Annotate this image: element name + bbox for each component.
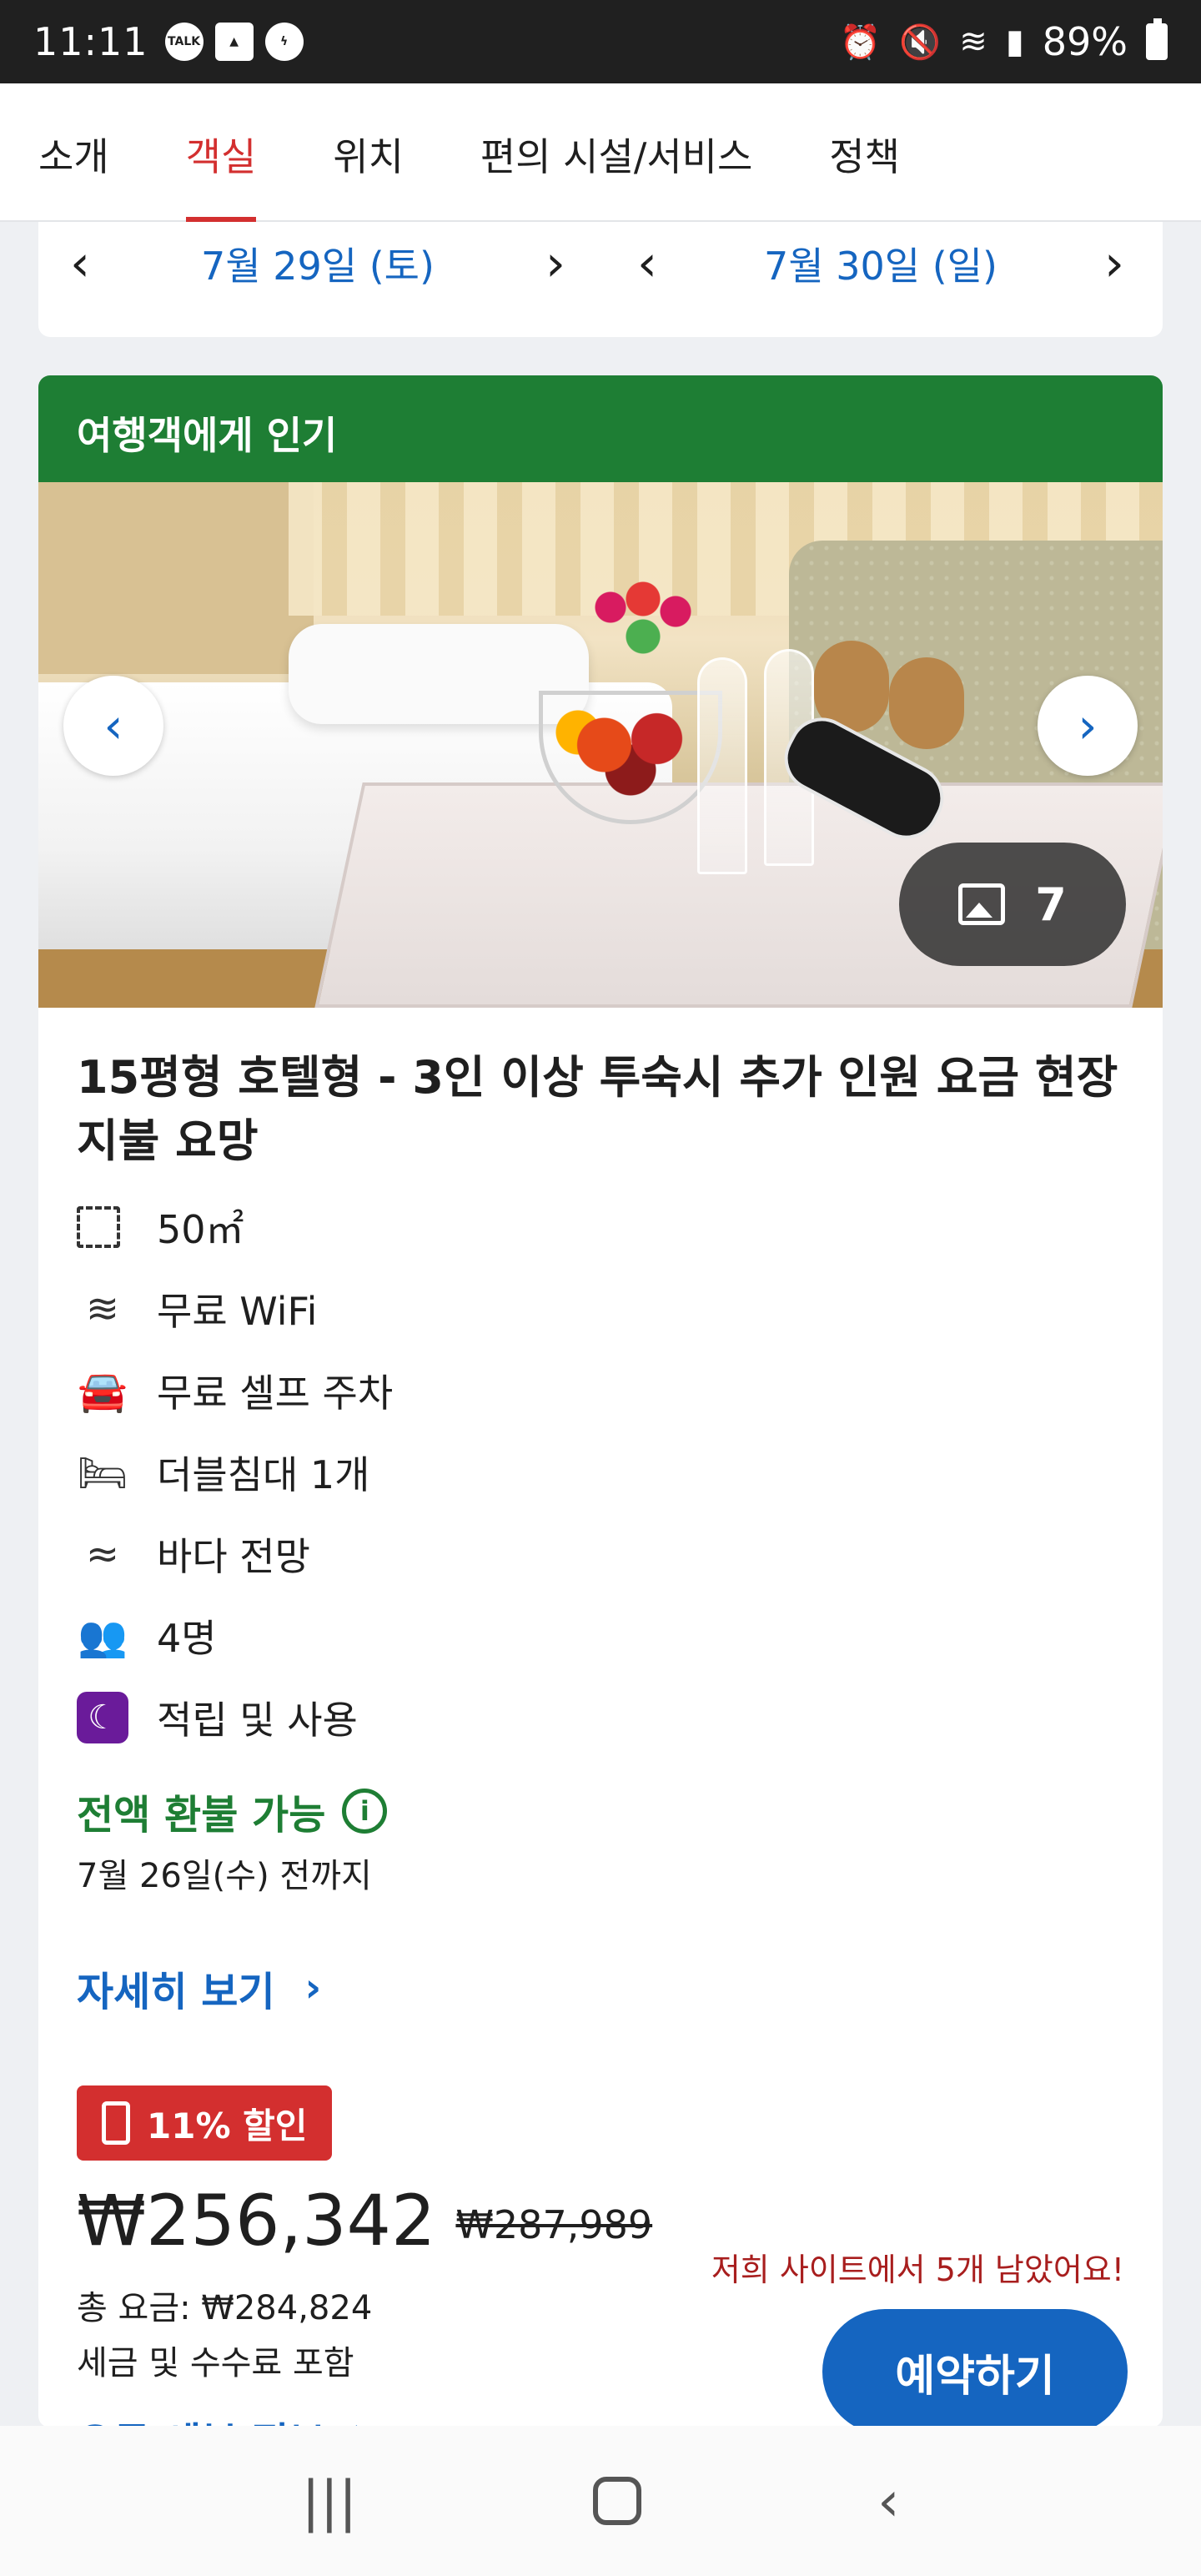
mute-icon: 🔇 <box>899 23 942 62</box>
battery-icon <box>1146 18 1168 60</box>
current-price: ₩256,342 <box>77 2180 436 2262</box>
feature-list: 50㎡ ≋ 무료 WiFi 🚘 무료 셀프 주차 🛏 더블침대 1개 ≈ 바다 … <box>77 1186 1124 1758</box>
check-in-picker: ‹ 7월 29일 (토) › <box>55 222 580 305</box>
area-icon <box>77 1206 120 1248</box>
date-selector: ‹ 7월 29일 (토) › ‹ 7월 30일 (일) › <box>38 222 1163 337</box>
talk-icon: TALK <box>164 23 204 61</box>
feature-parking: 🚘 무료 셀프 주차 <box>77 1350 1124 1431</box>
tab-amenities[interactable]: 편의 시설/서비스 <box>480 83 752 222</box>
feature-label: 무료 셀프 주차 <box>157 1371 394 1416</box>
book-button[interactable]: 예약하기 <box>822 2309 1128 2428</box>
more-details-label: 자세히 보기 <box>77 1969 275 2015</box>
battery-percent: 89% <box>1042 19 1128 64</box>
check-in-next-icon[interactable]: › <box>530 234 580 293</box>
tab-intro[interactable]: 소개 <box>38 83 109 222</box>
feature-label: 바다 전망 <box>157 1534 310 1579</box>
wifi-icon: ≋ <box>85 1285 120 1332</box>
photo-next-button[interactable]: › <box>1038 676 1138 776</box>
photo-prev-button[interactable]: ‹ <box>63 676 163 776</box>
info-icon[interactable]: i <box>342 1789 388 1834</box>
status-time: 11:11 <box>33 19 148 64</box>
chevron-right-icon: › <box>304 1965 322 2011</box>
room-card: 여행객에게 인기 ‹ › 7 15평형 호텔형 - 3인 이상 투숙시 추가 인… <box>38 375 1163 2428</box>
popular-banner: 여행객에게 인기 <box>38 375 1163 482</box>
photo-headboard <box>38 482 314 674</box>
feature-wifi: ≋ 무료 WiFi <box>77 1268 1124 1350</box>
more-details-link[interactable]: 자세히 보기 › <box>77 1959 1124 2017</box>
price-details-label: 요금 세부 정보 <box>77 2409 325 2428</box>
discount-label: 11% 할인 <box>147 2105 308 2146</box>
feature-rewards: ☾ 적립 및 사용 <box>77 1677 1124 1758</box>
feature-label: 더블침대 1개 <box>157 1452 370 1497</box>
signal-icon: ▮ <box>1005 23 1024 61</box>
mobile-icon <box>102 2101 130 2145</box>
recent-apps-icon[interactable]: ||| <box>301 2469 357 2533</box>
tab-rooms[interactable]: 객실 <box>185 83 256 222</box>
system-icons: ⏰ 🔇 ≋ ▮ 89% <box>839 18 1168 64</box>
photo-count: 7 <box>1035 878 1067 931</box>
check-out-prev-icon[interactable]: ‹ <box>622 234 672 293</box>
waves-icon: ≈ <box>85 1531 120 1577</box>
rooms-remaining: 저희 사이트에서 5개 남았어요! <box>711 2251 1124 2288</box>
refund-label: 전액 환불 가능 <box>77 1792 326 1839</box>
gallery-icon: ▲ <box>214 23 254 61</box>
discount-badge: 11% 할인 <box>77 2085 333 2161</box>
check-out-next-icon[interactable]: › <box>1089 234 1139 293</box>
refund-deadline: 7월 26일(수) 전까지 <box>77 1857 372 1895</box>
back-icon[interactable]: ‹ <box>877 2469 899 2533</box>
feature-label: 무료 WiFi <box>157 1289 318 1334</box>
status-bar: 11:11 TALK ▲ ϟ ⏰ 🔇 ≋ ▮ 89% <box>0 0 1201 83</box>
system-nav-bar: ||| ‹ <box>0 2426 1201 2576</box>
rewards-moon-icon: ☾ <box>77 1692 128 1743</box>
people-icon: 👥 <box>78 1613 128 1660</box>
tab-location[interactable]: 위치 <box>333 83 404 222</box>
feature-area: 50㎡ <box>77 1186 1124 1268</box>
wifi-icon: ≋ <box>959 23 987 61</box>
feature-label: 적립 및 사용 <box>157 1698 358 1743</box>
section-tabs: 소개 객실 위치 편의 시설/서비스 정책 <box>0 83 1201 222</box>
original-price: ₩287,989 <box>455 2202 653 2247</box>
photo-count-button[interactable]: 7 <box>899 843 1126 966</box>
feature-occupancy: 👥 4명 <box>77 1595 1124 1677</box>
room-photo[interactable]: ‹ › 7 <box>38 482 1163 1008</box>
check-in-prev-icon[interactable]: ‹ <box>55 234 105 293</box>
chevron-right-icon: › <box>352 2409 369 2428</box>
check-out-picker: ‹ 7월 30일 (일) › <box>622 222 1139 305</box>
bolt-icon: ϟ <box>264 23 304 61</box>
feature-bed: 🛏 더블침대 1개 <box>77 1431 1124 1513</box>
notification-icons: TALK ▲ ϟ <box>164 23 304 61</box>
bed-icon: 🛏 <box>77 1449 128 1497</box>
photo-teddy-bear <box>889 657 964 749</box>
car-icon: 🚘 <box>78 1367 128 1415</box>
check-in-date[interactable]: 7월 29일 (토) <box>105 236 530 291</box>
room-title: 15평형 호텔형 - 3인 이상 투숙시 추가 인원 요금 현장 지불 요망 <box>77 1051 1118 1167</box>
photo-glass <box>697 657 747 874</box>
refund-status: 전액 환불 가능 i <box>77 1782 1124 1840</box>
feature-view: ≈ 바다 전망 <box>77 1513 1124 1595</box>
alarm-icon: ⏰ <box>839 23 882 62</box>
tab-policies[interactable]: 정책 <box>829 83 900 222</box>
check-out-date[interactable]: 7월 30일 (일) <box>672 236 1089 291</box>
room-details: 15평형 호텔형 - 3인 이상 투숙시 추가 인원 요금 현장 지불 요망 5… <box>38 1008 1163 2428</box>
feature-label: 4명 <box>157 1616 217 1661</box>
home-icon[interactable] <box>593 2477 642 2525</box>
gallery-icon <box>958 883 1006 925</box>
feature-label: 50㎡ <box>157 1207 244 1252</box>
photo-flowers <box>589 574 697 657</box>
